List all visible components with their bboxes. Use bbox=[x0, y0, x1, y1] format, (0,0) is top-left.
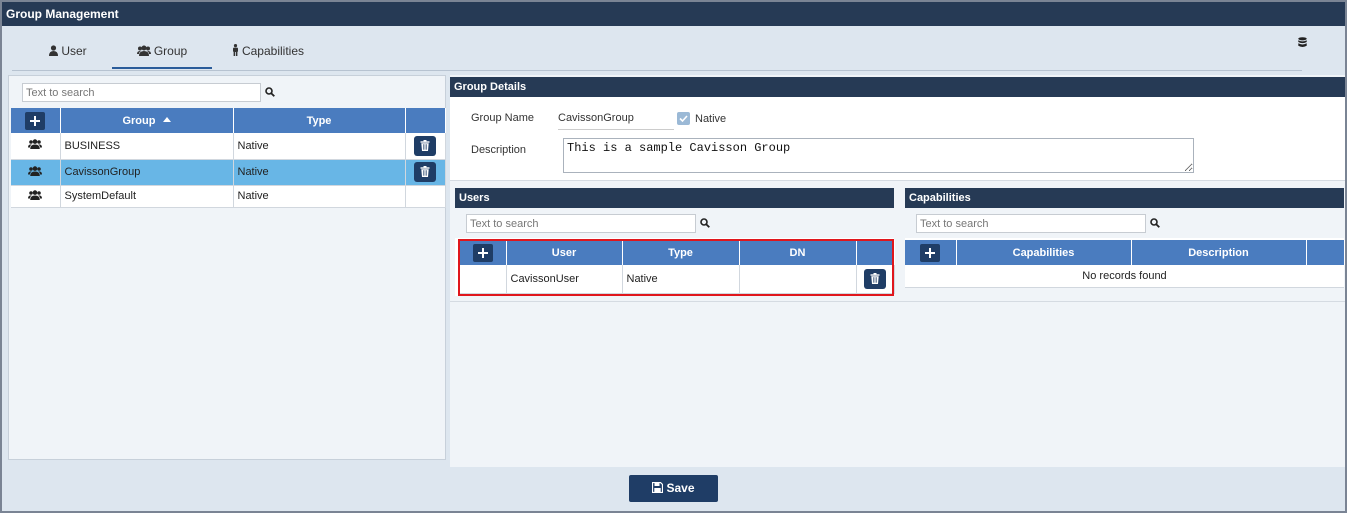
capabilities-panel: Capabilities Capabilities Description No bbox=[905, 188, 1345, 288]
table-row: No records found bbox=[905, 265, 1344, 288]
floppy-disk-icon bbox=[652, 481, 664, 494]
users-icon bbox=[28, 189, 43, 200]
group-name-value: CavissonGroup bbox=[558, 112, 674, 130]
tab-bar: User Group Capabilities bbox=[12, 37, 1302, 71]
dn-column-header[interactable]: DN bbox=[739, 240, 857, 265]
user-search-input[interactable] bbox=[466, 214, 696, 233]
tab-capabilities-label: Capabilities bbox=[241, 44, 305, 58]
user-icon bbox=[49, 45, 59, 56]
delete-user-button[interactable] bbox=[864, 268, 886, 289]
group-type-cell: Native bbox=[233, 159, 406, 186]
table-row[interactable]: BUSINESS Native bbox=[11, 133, 446, 160]
group-actions-cell bbox=[405, 133, 446, 160]
divider bbox=[450, 301, 1345, 302]
group-management-window: Group Management User Group Capabilities… bbox=[0, 0, 1347, 513]
group-search-input[interactable] bbox=[22, 83, 261, 102]
delete-group-button[interactable] bbox=[414, 135, 436, 156]
users-icon bbox=[28, 165, 43, 176]
tab-user-label: User bbox=[61, 44, 87, 58]
add-capability-header-cell bbox=[905, 240, 957, 265]
search-icon[interactable] bbox=[265, 87, 275, 97]
description-column-header[interactable]: Description bbox=[1131, 240, 1307, 265]
table-row[interactable]: CavissonGroup Native bbox=[11, 159, 446, 186]
description-field[interactable]: This is a sample Cavisson Group bbox=[563, 138, 1194, 173]
type-column-header[interactable]: Type bbox=[622, 240, 740, 265]
type-column-header[interactable]: Type bbox=[233, 108, 406, 133]
sort-asc-icon bbox=[162, 116, 171, 122]
tab-user[interactable]: User bbox=[32, 37, 104, 69]
user-column-header[interactable]: User bbox=[506, 240, 623, 265]
group-row-icon-cell bbox=[11, 159, 61, 186]
group-type-cell: Native bbox=[233, 185, 406, 208]
group-details-heading: Group Details bbox=[450, 77, 1345, 97]
trash-icon bbox=[420, 139, 430, 151]
search-icon[interactable] bbox=[1150, 218, 1160, 228]
group-column-label: Group bbox=[122, 114, 156, 127]
add-group-button[interactable] bbox=[25, 111, 46, 130]
users-heading: Users bbox=[455, 188, 894, 208]
capabilities-table: Capabilities Description No records foun… bbox=[905, 240, 1345, 288]
tab-capabilities[interactable]: Capabilities bbox=[220, 37, 316, 69]
window-title: Group Management bbox=[2, 2, 1345, 26]
delete-group-button[interactable] bbox=[414, 162, 436, 182]
add-group-header-cell bbox=[11, 108, 61, 133]
table-row[interactable]: SystemDefault Native bbox=[11, 185, 446, 208]
group-details-form: Group Name CavissonGroup Native Descript… bbox=[450, 97, 1345, 181]
group-actions-cell bbox=[405, 159, 446, 186]
male-icon bbox=[232, 44, 238, 56]
users-icon bbox=[28, 139, 43, 150]
group-row-icon-cell bbox=[11, 133, 61, 160]
group-name-cell: CavissonGroup bbox=[60, 159, 234, 186]
group-name-label: Group Name bbox=[471, 112, 534, 124]
description-label: Description bbox=[471, 144, 527, 156]
users-panel: Users User Type DN bbox=[455, 188, 895, 296]
trash-icon bbox=[870, 272, 880, 284]
users-icon bbox=[136, 45, 151, 56]
save-button[interactable]: Save bbox=[629, 475, 718, 502]
trash-icon bbox=[420, 166, 430, 177]
group-name-cell: SystemDefault bbox=[60, 185, 234, 208]
database-icon[interactable] bbox=[1298, 37, 1307, 51]
capabilities-column-header[interactable]: Capabilities bbox=[956, 240, 1132, 265]
group-column-header[interactable]: Group bbox=[60, 108, 234, 133]
actions-column-header bbox=[1306, 240, 1345, 265]
check-icon bbox=[679, 115, 688, 123]
tab-group[interactable]: Group bbox=[112, 37, 212, 69]
actions-column-header bbox=[405, 108, 446, 133]
save-button-label: Save bbox=[666, 481, 695, 495]
no-records-message: No records found bbox=[905, 265, 1344, 288]
group-type-cell: Native bbox=[233, 133, 406, 160]
actions-column-header bbox=[856, 240, 895, 265]
add-user-header-cell bbox=[460, 240, 507, 265]
add-user-button[interactable] bbox=[472, 243, 493, 262]
groups-panel: Group Type BUSINESS Native CavissonGroup… bbox=[8, 75, 446, 460]
user-actions-cell bbox=[856, 265, 895, 294]
groups-table: Group Type BUSINESS Native CavissonGroup… bbox=[11, 108, 446, 208]
group-name-cell: BUSINESS bbox=[60, 133, 234, 160]
group-row-icon-cell bbox=[11, 185, 61, 208]
tab-group-label: Group bbox=[153, 44, 188, 58]
table-row[interactable]: CavissonUser Native bbox=[460, 265, 895, 294]
add-capability-button[interactable] bbox=[920, 243, 941, 262]
native-checkbox[interactable] bbox=[677, 112, 690, 125]
user-dn-cell bbox=[739, 265, 857, 294]
user-row-blank-cell bbox=[460, 265, 507, 294]
details-area: Group Details Group Name CavissonGroup N… bbox=[450, 75, 1345, 467]
capability-search-input[interactable] bbox=[916, 214, 1146, 233]
user-type-cell: Native bbox=[622, 265, 740, 294]
users-table: User Type DN CavissonUser Native bbox=[460, 240, 895, 294]
user-name-cell: CavissonUser bbox=[506, 265, 623, 294]
group-actions-cell bbox=[405, 185, 446, 208]
capabilities-heading: Capabilities bbox=[905, 188, 1344, 208]
native-label: Native bbox=[695, 113, 727, 125]
search-icon[interactable] bbox=[700, 218, 710, 228]
